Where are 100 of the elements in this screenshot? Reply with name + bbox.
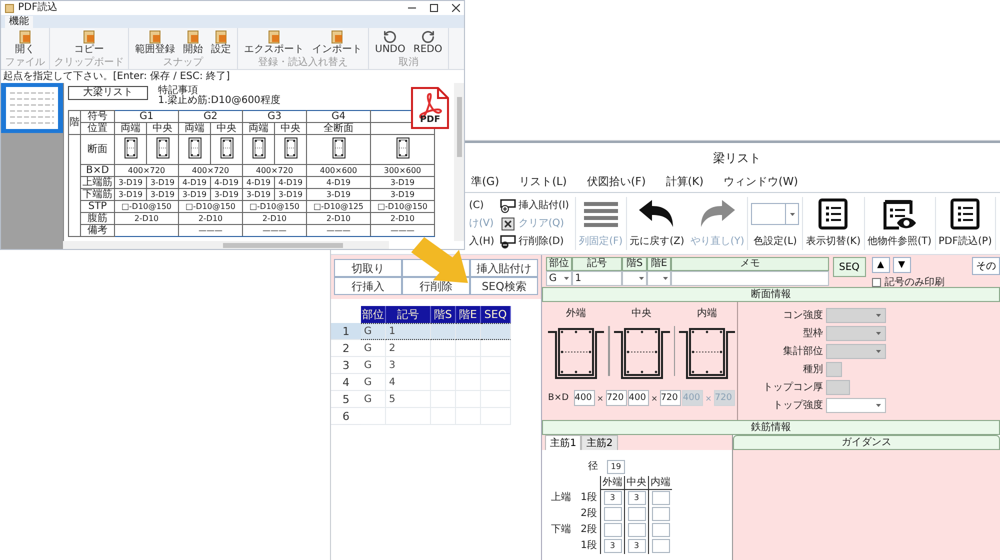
input-field[interactable]: 3 <box>604 491 622 505</box>
toolbar-button[interactable]: 挿入貼付(I) <box>500 198 570 213</box>
caret-icon <box>790 212 795 216</box>
table-cell <box>431 391 456 408</box>
checkbox-label: 記号のみ印刷 <box>884 276 945 289</box>
menu-item[interactable]: 計算(K) <box>666 171 704 192</box>
field-header: メモ <box>671 257 829 271</box>
field-label: 種別 <box>802 363 824 377</box>
table-cell <box>456 374 481 391</box>
down-button[interactable]: ▼ <box>892 257 911 273</box>
note-text: 特記事項 <box>158 86 198 96</box>
tab[interactable]: 主筋2 <box>581 435 618 450</box>
other-button[interactable]: その <box>972 257 1000 275</box>
up-button[interactable]: ▲ <box>872 257 890 273</box>
tab[interactable]: 主筋1 <box>545 435 582 450</box>
toolbar-button[interactable]: PDF読込(P) <box>936 193 995 254</box>
select-field[interactable] <box>826 398 886 413</box>
input-field[interactable]: 3 <box>604 539 622 553</box>
ribbon-button[interactable]: 開始 <box>181 30 205 56</box>
input-field[interactable] <box>652 507 670 521</box>
input-field[interactable] <box>652 491 670 505</box>
maximize-icon[interactable] <box>430 4 438 12</box>
depth-field[interactable]: 720 <box>606 390 627 406</box>
table-cell: 5 <box>386 391 431 408</box>
input-field[interactable] <box>628 507 646 521</box>
pdf-file-icon <box>410 86 450 130</box>
ribbon-button[interactable]: UNDO <box>373 30 408 56</box>
ribbon-button[interactable]: 設定 <box>209 30 233 56</box>
ribbon-button[interactable]: 開く <box>13 30 37 56</box>
page-thumbnail[interactable] <box>1 83 63 133</box>
input-field[interactable] <box>652 539 670 553</box>
action-button[interactable]: SEQ検索 <box>470 277 538 295</box>
table-cell: 両端 <box>242 122 274 134</box>
table-cell: 400×720 <box>242 164 306 176</box>
table-cell <box>431 374 456 391</box>
ribbon-tab[interactable]: 機能 <box>5 16 33 28</box>
width-field[interactable]: 400 <box>628 390 649 406</box>
column-header: 記号 <box>386 306 431 323</box>
toolbar-button[interactable]: 他物件参照(T) <box>864 193 935 254</box>
input-field[interactable] <box>671 271 829 286</box>
table-cell: 3 <box>386 357 431 374</box>
menu-item[interactable]: 伏図拾い(F) <box>586 171 646 192</box>
select-field[interactable] <box>647 271 671 286</box>
input-field[interactable]: 1 <box>572 271 622 286</box>
caret-icon <box>876 314 881 317</box>
input-field[interactable]: 19 <box>607 460 625 474</box>
width-field[interactable]: 400 <box>574 390 595 406</box>
close-icon[interactable] <box>452 4 460 12</box>
table-cell <box>431 357 456 374</box>
table-cell: 2-D10 <box>178 212 242 224</box>
table-cell: 4 <box>386 374 431 391</box>
action-button[interactable]: 行挿入 <box>334 277 402 295</box>
input-field[interactable]: 3 <box>628 491 646 505</box>
input-field[interactable] <box>604 523 622 537</box>
action-button[interactable]: 切取り <box>334 259 402 277</box>
group-label: クリップボード <box>54 57 124 69</box>
field-header: 記号 <box>572 257 622 271</box>
table-cell: G1 <box>114 110 178 122</box>
toolbar-button[interactable]: 行削除(D) <box>500 234 570 249</box>
seq-button[interactable]: SEQ <box>833 257 866 277</box>
select-field[interactable]: G <box>546 271 572 286</box>
table-cell: 400×720 <box>114 164 178 176</box>
input-field[interactable] <box>604 507 622 521</box>
toolbar-button[interactable]: 入(H) <box>469 234 494 249</box>
checkbox[interactable] <box>872 278 881 286</box>
toolbar-button[interactable]: 色設定(L) <box>748 193 802 254</box>
menu-item[interactable]: 準(G) <box>471 171 500 192</box>
toolbar-button[interactable]: 表示切替(K) <box>803 193 864 254</box>
menu-item[interactable]: ウィンドウ(W) <box>724 171 798 192</box>
table-cell: □-D10@150 <box>370 200 434 212</box>
window-title: PDF読込 <box>18 1 58 15</box>
input-field[interactable] <box>652 523 670 537</box>
input-field[interactable] <box>628 523 646 537</box>
ribbon-button[interactable]: コピー <box>72 30 106 56</box>
depth-field[interactable]: 720 <box>660 390 681 406</box>
row-number[interactable]: 1 <box>331 323 361 340</box>
table-cell: □-D10@150 <box>114 200 178 212</box>
row-label: 1段 <box>580 539 598 553</box>
menu-item[interactable]: リスト(L) <box>519 171 567 192</box>
table-cell: 3-D19 <box>146 188 178 200</box>
redo-icon <box>699 200 736 228</box>
table-cell: G4 <box>306 110 370 122</box>
select-field[interactable] <box>622 271 647 286</box>
table-cell: G <box>361 391 386 408</box>
toolbar-button[interactable]: 元に戻す(Z) <box>626 193 688 254</box>
ribbon-button[interactable]: インポート <box>310 30 364 56</box>
ribbon-button[interactable]: 範囲登録 <box>133 30 177 56</box>
toolbar-button[interactable]: (C) <box>469 198 494 213</box>
list-eye-icon <box>882 198 917 230</box>
ribbon-button[interactable]: REDO <box>411 30 444 56</box>
action-button[interactable]: 挿入貼付け <box>470 259 538 277</box>
beam-section-drawing <box>284 137 298 159</box>
ribbon-button[interactable]: エクスポート <box>242 30 306 56</box>
beam-section-drawing <box>188 137 202 159</box>
section-header: ガイダンス <box>733 435 1000 450</box>
color-dropdown[interactable] <box>751 203 800 225</box>
table-cell: ——— <box>242 224 306 236</box>
input-field[interactable]: 3 <box>628 539 646 553</box>
group-label: 取消 <box>398 57 419 69</box>
table-cell: 3-D19 <box>178 188 210 200</box>
